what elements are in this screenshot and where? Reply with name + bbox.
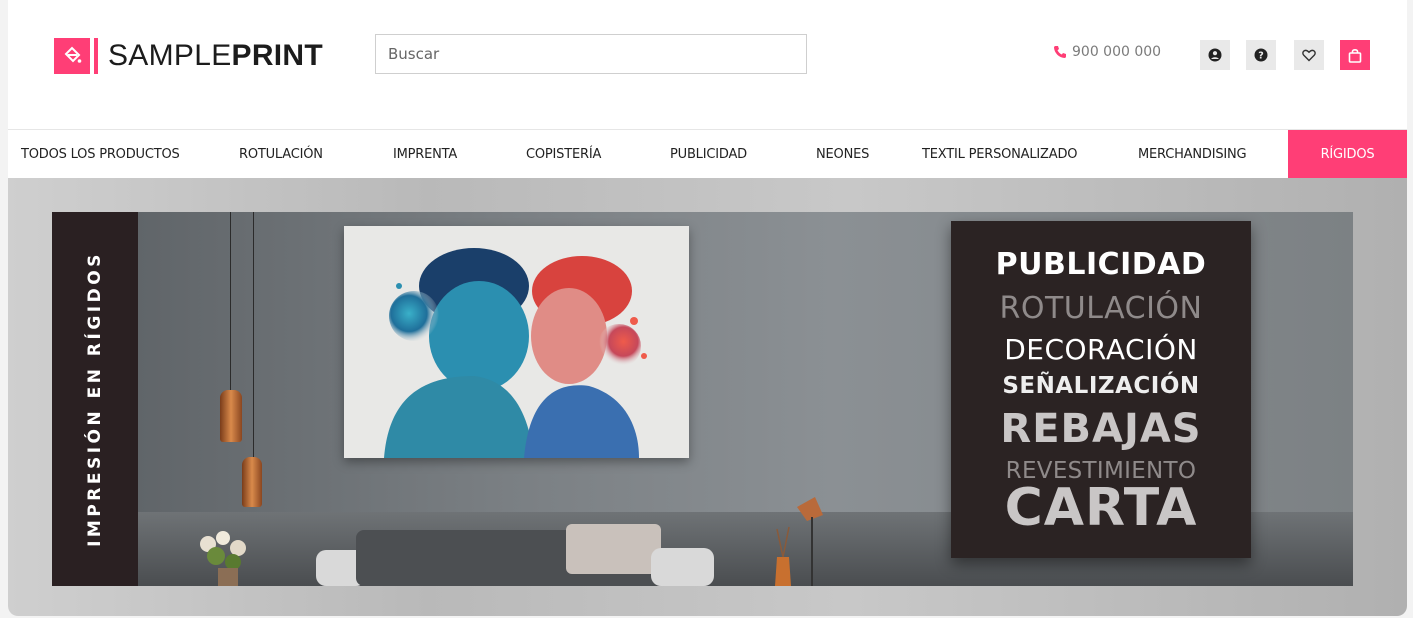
panel-word: REBAJAS <box>1000 406 1202 452</box>
phone-number: 900 000 000 <box>1072 44 1162 60</box>
nav-item-copisteria[interactable]: COPISTERÍA <box>526 130 601 178</box>
paint-bucket-icon <box>54 38 90 74</box>
logo[interactable]: SAMPLEPRINT <box>54 36 323 76</box>
services-panel: PUBLICIDAD ROTULACIÓN DECORACIÓN SEÑALIZ… <box>951 221 1251 558</box>
phone-icon <box>1054 46 1066 58</box>
side-strip: IMPRESIÓN EN RÍGIDOS <box>52 212 138 586</box>
hero-side-title: IMPRESIÓN EN RÍGIDOS <box>85 251 105 547</box>
nav-item-imprenta[interactable]: IMPRENTA <box>393 130 457 178</box>
pendant-lamp <box>220 390 242 442</box>
logo-divider <box>94 38 98 74</box>
lamp-cord <box>230 212 231 392</box>
nav-item-todos[interactable]: TODOS LOS PRODUCTOS <box>21 130 180 178</box>
wishlist-button[interactable] <box>1294 40 1324 70</box>
panel-word: ROTULACIÓN <box>999 291 1203 326</box>
sofa <box>316 524 714 586</box>
nav-item-publicidad[interactable]: PUBLICIDAD <box>670 130 747 178</box>
panel-word: CARTA <box>1004 478 1198 538</box>
couple-painting <box>344 226 689 458</box>
lamp-cord <box>253 212 254 458</box>
nav-item-rigidos[interactable]: RÍGIDOS <box>1288 130 1407 178</box>
page-frame: SAMPLEPRINT 900 000 000 ? <box>8 0 1407 616</box>
hero-banner[interactable]: IMPRESIÓN EN RÍGIDOS PUBLICIDAD ROTULACI… <box>52 212 1353 586</box>
cart-button[interactable] <box>1340 40 1370 70</box>
heart-icon <box>1302 49 1316 61</box>
brand-name: SAMPLEPRINT <box>108 39 324 72</box>
nav-item-neones[interactable]: NEONES <box>816 130 869 178</box>
svg-text:?: ? <box>1258 51 1264 62</box>
main-nav: TODOS LOS PRODUCTOS ROTULACIÓN IMPRENTA … <box>8 129 1407 178</box>
user-icon <box>1208 48 1222 62</box>
search-input[interactable] <box>375 34 807 74</box>
desk-lamp <box>775 497 823 586</box>
panel-word: PUBLICIDAD <box>995 247 1207 282</box>
pendant-lamp <box>242 457 262 507</box>
account-button[interactable] <box>1200 40 1230 70</box>
plant-decoration <box>200 531 246 586</box>
nav-item-textil[interactable]: TEXTIL PERSONALIZADO <box>922 130 1077 178</box>
nav-item-merchandising[interactable]: MERCHANDISING <box>1138 130 1247 178</box>
nav-item-rotulacion[interactable]: ROTULACIÓN <box>239 130 323 178</box>
panel-word: SEÑALIZACIÓN <box>1002 373 1200 399</box>
panel-word: DECORACIÓN <box>1004 333 1198 366</box>
help-icon: ? <box>1254 48 1268 62</box>
bag-icon <box>1348 48 1362 63</box>
help-button[interactable]: ? <box>1246 40 1276 70</box>
phone-link[interactable]: 900 000 000 <box>1053 44 1161 60</box>
